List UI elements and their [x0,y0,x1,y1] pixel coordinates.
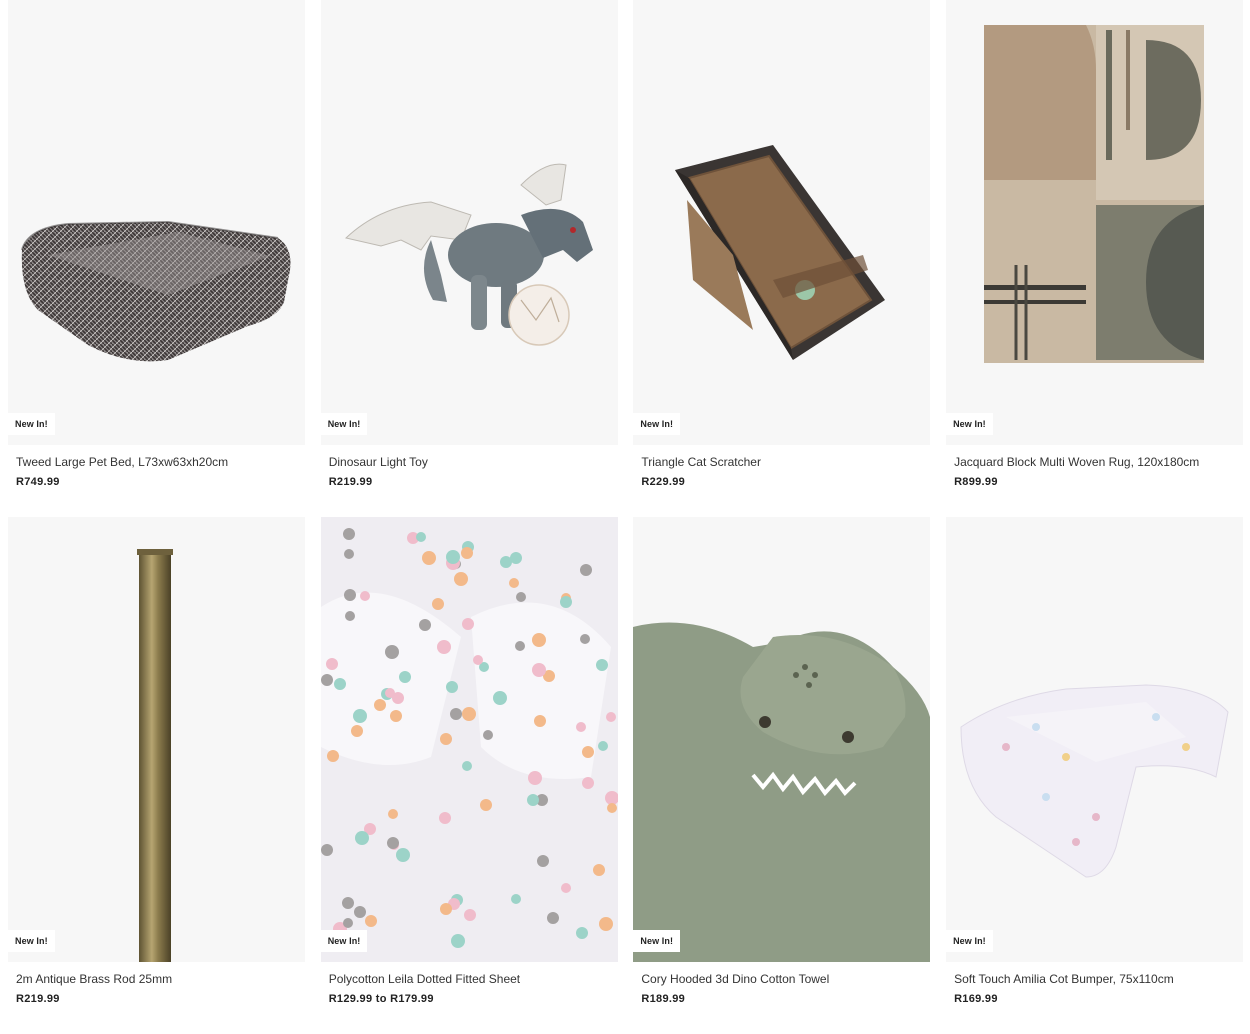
product-title[interactable]: 2m Antique Brass Rod 25mm [16,972,305,986]
product-price: R749.99 [16,476,60,488]
cat-scratcher-image[interactable]: New In! [633,0,931,445]
new-in-badge: New In! [8,413,55,435]
product-grid: New In! Tweed Large Pet Bed, L73xw63xh20… [8,0,1244,1034]
new-in-badge: New In! [320,930,368,952]
product-card[interactable]: New In! Soft Touch Amilia Cot Bumper, 75… [946,517,1244,1034]
product-card[interactable]: New In! Polycotton Leila Dotted Fitted S… [320,517,618,1034]
pet-bed-image[interactable]: New In! [8,0,305,445]
product-price: R129.99 to R179.99 [328,993,434,1005]
new-in-badge: New In! [946,413,993,435]
product-price: R219.99 [16,993,60,1005]
product-price: R899.99 [954,476,998,488]
product-title[interactable]: Polycotton Leila Dotted Fitted Sheet [329,972,618,986]
product-price: R229.99 [641,476,686,488]
dinosaur-toy-image[interactable]: New In! [320,0,618,445]
product-title[interactable]: Cory Hooded 3d Dino Cotton Towel [641,972,930,986]
product-card[interactable]: New In! Triangle Cat Scratcher R229.99 [633,0,931,517]
product-price: R169.99 [954,993,998,1005]
product-card[interactable]: New In! Cory Hooded 3d Dino Cotton Towel… [633,517,931,1034]
product-price: R219.99 [328,476,373,488]
product-title[interactable]: Dinosaur Light Toy [329,455,618,469]
product-title[interactable]: Tweed Large Pet Bed, L73xw63xh20cm [16,455,305,469]
new-in-badge: New In! [633,930,681,952]
product-card[interactable]: New In! 2m Antique Brass Rod 25mm R219.9… [8,517,305,1034]
dotted-sheet-image[interactable]: New In! [320,517,618,962]
product-card[interactable]: New In! Jacquard Block Multi Woven Rug, … [946,0,1244,517]
new-in-badge: New In! [946,930,993,952]
new-in-badge: New In! [633,413,681,435]
brass-rod-image[interactable]: New In! [8,517,305,962]
product-title[interactable]: Triangle Cat Scratcher [641,455,930,469]
product-card[interactable]: New In! Tweed Large Pet Bed, L73xw63xh20… [8,0,305,517]
product-title[interactable]: Soft Touch Amilia Cot Bumper, 75x110cm [954,972,1243,986]
new-in-badge: New In! [8,930,55,952]
product-card[interactable]: New In! Dinosaur Light Toy R219.99 [320,0,618,517]
new-in-badge: New In! [320,413,368,435]
product-title[interactable]: Jacquard Block Multi Woven Rug, 120x180c… [954,455,1243,469]
rug-image[interactable]: New In! [946,0,1244,445]
cot-bumper-image[interactable]: New In! [946,517,1244,962]
product-price: R189.99 [641,993,686,1005]
dino-towel-image[interactable]: New In! [633,517,931,962]
